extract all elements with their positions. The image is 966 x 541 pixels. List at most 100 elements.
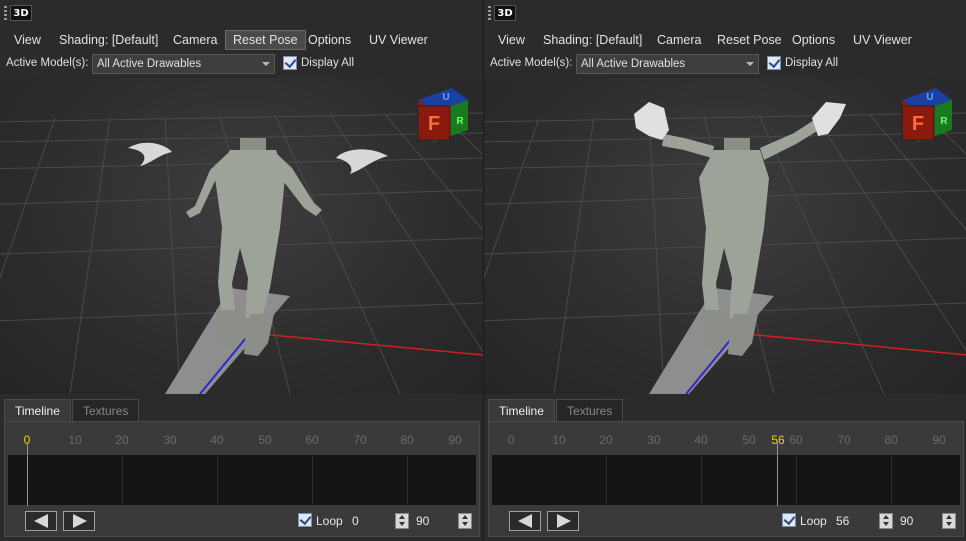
timeline-gridline	[122, 455, 123, 505]
active-models-dropdown[interactable]: All Active Drawables	[92, 54, 275, 74]
active-models-value: All Active Drawables	[97, 58, 202, 70]
timeline-gridline	[891, 455, 892, 505]
scene-render: F U R	[484, 88, 966, 394]
chevron-down-icon	[262, 62, 270, 66]
menu-bar: View Shading: [Default] Camera Reset Pos…	[0, 28, 483, 52]
display-all-checkbox[interactable]	[283, 56, 297, 70]
cube-face-side: R	[940, 116, 948, 127]
timeline-gridline	[312, 455, 313, 505]
end-frame-spinner[interactable]	[942, 513, 956, 529]
menu-camera[interactable]: Camera	[650, 30, 708, 50]
cube-face-front: F	[428, 113, 440, 135]
loop-label: Loop	[316, 514, 343, 528]
menu-options[interactable]: Options	[785, 30, 842, 50]
viewer-panel-left: 3D View Shading: [Default] Camera Reset …	[0, 0, 483, 541]
menu-shading[interactable]: Shading: [Default]	[536, 30, 649, 50]
timeline-ruler[interactable]: 0 10 20 30 40 50 60 70 80 90 56	[493, 428, 959, 454]
tab-textures[interactable]: Textures	[72, 399, 140, 421]
menu-bar: View Shading: [Default] Camera Reset Pos…	[484, 28, 966, 52]
tab-timeline[interactable]: Timeline	[488, 399, 555, 421]
tick-label: 10	[68, 433, 82, 447]
active-models-dropdown[interactable]: All Active Drawables	[576, 54, 759, 74]
step-forward-button[interactable]	[547, 511, 579, 531]
timeline-box: 0 10 20 30 40 50 60 70 80 90 56 Loop 56 …	[488, 421, 964, 537]
menu-uv-viewer[interactable]: UV Viewer	[362, 30, 435, 50]
model-bar: Active Model(s): All Active Drawables Di…	[484, 52, 966, 76]
tick-label: 50	[742, 433, 756, 447]
menu-reset-pose[interactable]: Reset Pose	[710, 30, 789, 50]
step-back-button[interactable]	[509, 511, 541, 531]
chevron-down-icon	[746, 62, 754, 66]
active-models-label: Active Model(s):	[490, 57, 573, 69]
timeline-area: Timeline Textures 0 10 20 30 40 50 60 70…	[484, 394, 966, 541]
timeline-gridline	[407, 455, 408, 505]
end-frame-field[interactable]: 90	[900, 514, 913, 528]
end-frame-spinner[interactable]	[458, 513, 472, 529]
x-axis-line	[735, 332, 966, 356]
app-3d-icon: 3D	[494, 5, 516, 21]
menu-view[interactable]: View	[491, 30, 532, 50]
timeline-track[interactable]	[492, 455, 960, 505]
timeline-track[interactable]	[8, 455, 476, 505]
tab-timeline[interactable]: Timeline	[4, 399, 71, 421]
active-models-label: Active Model(s):	[6, 57, 89, 69]
menu-view[interactable]: View	[7, 30, 48, 50]
tick-label: 20	[115, 433, 129, 447]
app-3d-icon: 3D	[10, 5, 32, 21]
menu-shading[interactable]: Shading: [Default]	[52, 30, 165, 50]
tick-label: 90	[448, 433, 462, 447]
step-back-icon	[34, 514, 48, 528]
tab-textures[interactable]: Textures	[556, 399, 624, 421]
figure-model	[128, 138, 388, 356]
loop-label: Loop	[800, 514, 827, 528]
loop-checkbox[interactable]	[782, 513, 796, 527]
menu-reset-pose[interactable]: Reset Pose	[225, 30, 306, 50]
timeline-gridline	[606, 455, 607, 505]
display-all-label: Display All	[785, 57, 839, 69]
3d-viewport[interactable]: F U R	[484, 78, 966, 394]
tick-label: 0	[507, 433, 515, 447]
tick-label: 60	[789, 433, 803, 447]
tick-label: 40	[694, 433, 708, 447]
x-axis-line	[249, 332, 483, 356]
timeline-playhead[interactable]	[27, 442, 28, 506]
tick-label: 30	[647, 433, 661, 447]
current-frame-spinner[interactable]	[395, 513, 409, 529]
current-frame-field[interactable]: 0	[352, 514, 359, 528]
step-back-button[interactable]	[25, 511, 57, 531]
step-forward-icon	[557, 514, 571, 528]
loop-checkbox[interactable]	[298, 513, 312, 527]
current-frame-label: 56	[771, 433, 785, 447]
tick-label: 10	[552, 433, 566, 447]
tick-label: 80	[884, 433, 898, 447]
timeline-ruler[interactable]: 0 10 20 30 40 50 60 70 80 90	[9, 428, 475, 454]
tick-label: 90	[932, 433, 946, 447]
display-all-checkbox[interactable]	[767, 56, 781, 70]
panel-titlebar[interactable]: 3D	[484, 0, 966, 26]
timeline-gridline	[217, 455, 218, 505]
step-forward-button[interactable]	[63, 511, 95, 531]
end-frame-field[interactable]: 90	[416, 514, 429, 528]
tick-label: 70	[837, 433, 851, 447]
step-forward-icon	[73, 514, 87, 528]
panel-titlebar[interactable]: 3D	[0, 0, 483, 26]
cube-face-front: F	[912, 113, 924, 135]
grip-icon[interactable]	[4, 6, 7, 20]
tick-label: 50	[258, 433, 272, 447]
tick-label: 30	[163, 433, 177, 447]
grip-icon[interactable]	[488, 6, 491, 20]
current-frame-spinner[interactable]	[879, 513, 893, 529]
tick-label: 70	[353, 433, 367, 447]
menu-uv-viewer[interactable]: UV Viewer	[846, 30, 919, 50]
timeline-playhead[interactable]	[777, 442, 778, 506]
3d-viewport[interactable]: F U R	[0, 78, 483, 394]
current-frame-field[interactable]: 56	[836, 514, 849, 528]
menu-camera[interactable]: Camera	[166, 30, 224, 50]
active-models-value: All Active Drawables	[581, 58, 686, 70]
cube-face-top: U	[442, 92, 449, 103]
menu-options[interactable]: Options	[301, 30, 358, 50]
cube-face-side: R	[456, 116, 464, 127]
tick-label: 20	[599, 433, 613, 447]
timeline-gridline	[701, 455, 702, 505]
step-back-icon	[518, 514, 532, 528]
